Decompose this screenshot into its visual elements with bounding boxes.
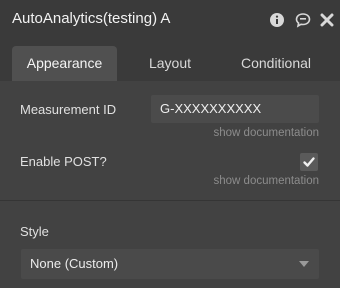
tab-appearance[interactable]: Appearance — [12, 46, 117, 81]
panel-titlebar[interactable]: AutoAnalytics(testing) A — [0, 0, 340, 41]
chat-icon[interactable] — [295, 12, 311, 28]
section-divider — [0, 200, 340, 201]
style-label: Style — [20, 224, 49, 239]
chevron-down-icon — [299, 261, 309, 267]
checkmark-icon — [303, 157, 315, 167]
appearance-content: Measurement ID G-XXXXXXXXXX show documen… — [0, 81, 340, 288]
measurement-id-input[interactable]: G-XXXXXXXXXX — [151, 95, 319, 123]
style-dropdown-value: None (Custom) — [30, 256, 119, 271]
enable-post-checkbox[interactable] — [300, 153, 318, 171]
close-icon[interactable] — [320, 13, 336, 29]
property-editor-panel: AutoAnalytics(testing) A Appearance Layo… — [0, 0, 340, 288]
tab-conditional[interactable]: Conditional — [226, 46, 326, 81]
measurement-id-label: Measurement ID — [20, 102, 117, 117]
tab-bar: Appearance Layout Conditional — [0, 41, 340, 81]
tab-layout[interactable]: Layout — [124, 46, 216, 81]
enable-post-label: Enable POST? — [20, 154, 107, 169]
info-icon[interactable] — [269, 12, 285, 28]
panel-title: AutoAnalytics(testing) A — [12, 10, 171, 27]
style-dropdown[interactable]: None (Custom) — [21, 249, 319, 279]
enable-post-doc-link[interactable]: show documentation — [214, 175, 319, 187]
measurement-id-doc-link[interactable]: show documentation — [214, 127, 319, 139]
